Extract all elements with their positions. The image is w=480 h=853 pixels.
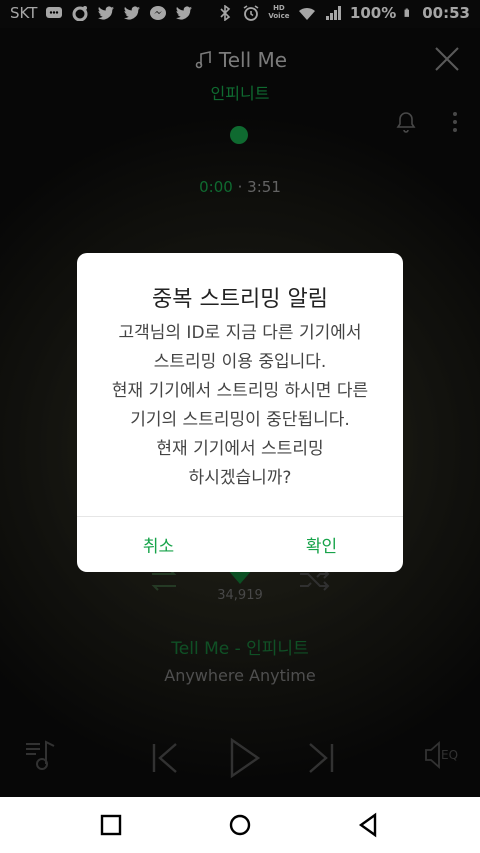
back-icon[interactable] [355, 811, 383, 839]
cancel-button[interactable]: 취소 [77, 517, 240, 572]
home-icon[interactable] [226, 811, 254, 839]
confirm-button[interactable]: 확인 [240, 517, 403, 572]
dialog-message-line: 고객님의 ID로 지금 다른 기기에서 [118, 323, 362, 343]
dialog-message-line: 기기의 스트리밍이 중단됩니다. [130, 410, 350, 430]
dialog-message-line: 현재 기기에서 스트리밍 [156, 439, 324, 459]
dialog-title: 중복 스트리밍 알림 [152, 287, 328, 312]
dialog-message-line: 스트리밍 이용 중입니다. [153, 352, 327, 372]
system-nav-bar [0, 797, 480, 853]
duplicate-streaming-dialog: 중복 스트리밍 알림 고객님의 ID로 지금 다른 기기에서 스트리밍 이용 중… [77, 253, 403, 572]
dialog-message-line: 현재 기기에서 스트리밍 하시면 다른 [111, 381, 369, 401]
dialog-message: 고객님의 ID로 지금 다른 기기에서 스트리밍 이용 중입니다. 현재 기기에… [91, 319, 389, 493]
dialog-message-line: 하시겠습니까? [188, 468, 292, 488]
recent-apps-icon[interactable] [97, 811, 125, 839]
